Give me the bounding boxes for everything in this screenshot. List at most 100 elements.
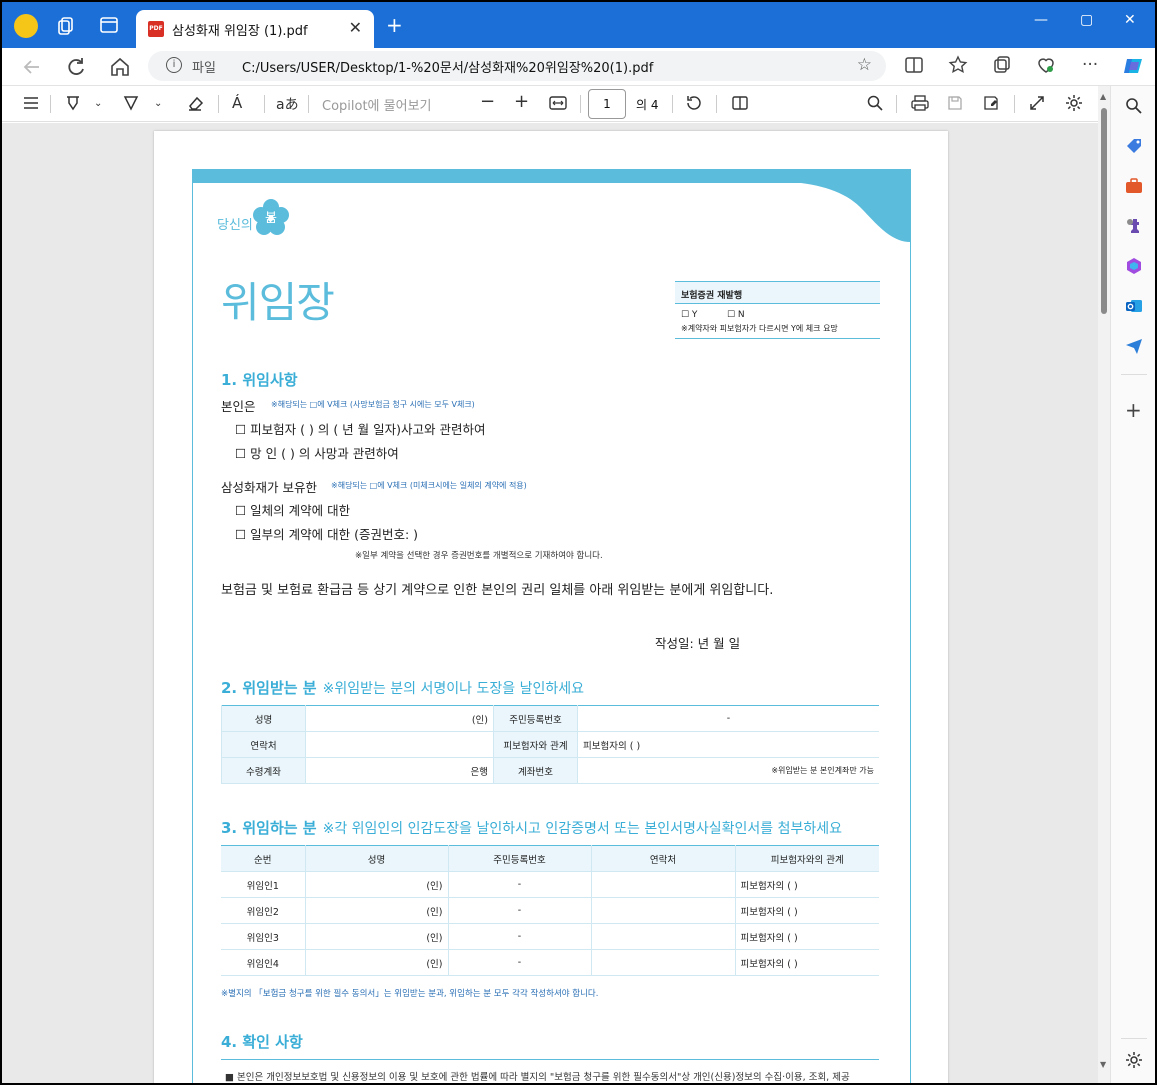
eraser-icon[interactable] (186, 94, 204, 112)
principal-label: 본인은 (221, 399, 256, 414)
shopping-tag-icon[interactable] (1124, 136, 1144, 156)
scrollbar-thumb[interactable] (1101, 108, 1107, 314)
tab-close-icon[interactable]: ✕ (349, 18, 362, 37)
info-icon[interactable]: i (166, 57, 182, 73)
tab-actions-icon[interactable] (98, 14, 120, 36)
highlight-icon[interactable] (64, 94, 82, 112)
save-as-icon[interactable] (982, 94, 1000, 112)
translate-icon[interactable]: aあ (276, 94, 299, 114)
delegator-contact-field[interactable] (590, 949, 735, 976)
profile-avatar[interactable] (14, 14, 38, 38)
delegator-name-field[interactable]: (인) (304, 923, 448, 950)
delegator-rrn-field[interactable]: - (447, 871, 591, 898)
full-screen-icon[interactable] (1028, 94, 1046, 112)
delegator-relation-field[interactable]: 피보험자의 ( ) (734, 871, 879, 898)
delegator-rrn-field[interactable]: - (447, 897, 591, 924)
some-contracts-checkbox[interactable]: ☐ 일부의 계약에 대한 (증권번호: ) (235, 524, 418, 543)
chevron-down-icon[interactable]: ⌄ (154, 98, 162, 109)
table-row: 위임인3 (인) - 피보험자의 ( ) (221, 923, 879, 950)
gear-icon[interactable] (1064, 93, 1084, 113)
chevron-down-icon[interactable]: ⌄ (94, 98, 102, 109)
zoom-out-button[interactable]: − (480, 91, 495, 112)
page-view-icon[interactable] (730, 94, 750, 112)
url-text[interactable]: C:/Users/USER/Desktop/1-%20문서/삼성화재%20위임장… (242, 57, 653, 76)
workspaces-icon[interactable] (56, 14, 78, 36)
new-tab-button[interactable]: + (386, 15, 403, 35)
column-header: 피보험자와의 관계 (734, 845, 879, 872)
back-icon[interactable] (20, 55, 44, 79)
close-window-button[interactable]: ✕ (1124, 12, 1136, 28)
favorite-star-icon[interactable]: ☆ (857, 55, 872, 75)
minimize-button[interactable]: — (1034, 12, 1048, 28)
games-icon[interactable] (1124, 216, 1144, 236)
copilot-icon[interactable] (1122, 54, 1146, 78)
vertical-scrollbar[interactable]: ▲ ▼ (1098, 86, 1110, 1083)
copilot-ask-button[interactable]: Copilot에 물어보기 (322, 95, 432, 114)
delegator-contact-field[interactable] (590, 897, 735, 924)
microsoft-365-icon[interactable] (1124, 256, 1144, 276)
search-icon[interactable] (1124, 96, 1144, 116)
delegator-relation-field[interactable]: 피보험자의 ( ) (734, 923, 879, 950)
column-header: 순번 (221, 845, 305, 872)
refresh-icon[interactable] (64, 55, 88, 79)
pdf-viewer[interactable]: 당신의 봄 위임장 보험증권 재발행 ☐ Y ☐ N ※계약자와 피보험자가 다… (2, 123, 1098, 1083)
rotate-icon[interactable] (684, 94, 704, 112)
delegator-relation-field[interactable]: 피보험자의 ( ) (734, 949, 879, 976)
reissue-yes-checkbox[interactable]: ☐ Y (681, 310, 697, 320)
account-number-field[interactable]: ※위임받는 분 본인계좌만 가능 (577, 757, 879, 784)
account-label: 수령계좌 (221, 757, 306, 784)
draw-icon[interactable] (122, 94, 140, 112)
rrn-field[interactable]: - (577, 705, 879, 732)
page-number-input[interactable]: 1 (588, 89, 626, 119)
sidebar-divider (1121, 374, 1147, 375)
table-row: 연락처 피보험자와 관계 피보험자의 ( ) (221, 731, 879, 758)
delegator-contact-field[interactable] (590, 923, 735, 950)
delegator-name-field[interactable]: (인) (304, 897, 448, 924)
omnibox[interactable]: i 파일 C:/Users/USER/Desktop/1-%20문서/삼성화재%… (148, 51, 886, 81)
split-screen-icon[interactable] (904, 55, 924, 75)
save-icon[interactable] (946, 94, 964, 112)
search-icon[interactable] (866, 94, 884, 112)
form-frame: 당신의 봄 위임장 보험증권 재발행 ☐ Y ☐ N ※계약자와 피보험자가 다… (192, 169, 911, 1083)
read-aloud-icon[interactable]: Á (232, 94, 242, 112)
delegator-contact-field[interactable] (590, 871, 735, 898)
add-sidebar-app-icon[interactable]: + (1125, 398, 1142, 422)
print-icon[interactable] (910, 94, 930, 112)
send-icon[interactable] (1124, 336, 1144, 356)
tab-active[interactable]: PDF 삼성화재 위임장 (1).pdf ✕ (136, 10, 374, 48)
contact-field[interactable] (305, 731, 494, 758)
reissue-note: ※계약자와 피보험자가 다르시면 Y에 체크 요망 (681, 324, 838, 333)
all-contracts-checkbox[interactable]: ☐ 일체의 계약에 대한 (235, 500, 350, 519)
outlook-icon[interactable] (1124, 296, 1144, 316)
insured-checkbox-line[interactable]: ☐ 피보험자 ( ) 의 ( 년 월 일자)사고와 관련하여 (235, 419, 485, 438)
delegator-name-field[interactable]: (인) (304, 949, 448, 976)
deceased-checkbox-line[interactable]: ☐ 망 인 ( ) 의 사망과 관련하여 (235, 443, 399, 462)
scroll-up-arrow-icon[interactable]: ▲ (1100, 92, 1106, 101)
delegator-relation-field[interactable]: 피보험자의 ( ) (734, 897, 879, 924)
delegator-rrn-field[interactable]: - (447, 949, 591, 976)
contents-icon[interactable] (22, 94, 40, 112)
some-contracts-note: ※일부 계약을 선택한 경우 증권번호를 개별적으로 기재하여야 합니다. (355, 551, 603, 561)
section1-heading: 1. 위임사항 (221, 371, 298, 389)
toolbar-divider (1014, 95, 1015, 113)
browser-essentials-icon[interactable] (1036, 55, 1056, 75)
relation-field[interactable]: 피보험자의 ( ) (577, 731, 879, 758)
delegator-name-field[interactable]: (인) (304, 871, 448, 898)
home-icon[interactable] (108, 55, 132, 79)
column-header: 연락처 (590, 845, 735, 872)
collections-icon[interactable] (992, 55, 1012, 75)
tools-icon[interactable] (1124, 176, 1144, 196)
bank-field[interactable]: 은행 (305, 757, 494, 784)
reissue-no-checkbox[interactable]: ☐ N (727, 310, 745, 320)
favorites-icon[interactable] (948, 55, 968, 75)
delegator-rrn-field[interactable]: - (447, 923, 591, 950)
zoom-in-button[interactable]: + (514, 91, 529, 112)
scroll-down-arrow-icon[interactable]: ▼ (1100, 1060, 1106, 1069)
gear-icon[interactable] (1124, 1050, 1144, 1070)
table-row: 위임인4 (인) - 피보험자의 ( ) (221, 949, 879, 976)
section4-rule (221, 1059, 879, 1060)
name-field[interactable]: (인) (305, 705, 494, 732)
more-menu-icon[interactable]: ··· (1082, 55, 1098, 75)
fit-to-width-icon[interactable] (548, 94, 568, 112)
maximize-button[interactable]: ▢ (1080, 12, 1093, 28)
